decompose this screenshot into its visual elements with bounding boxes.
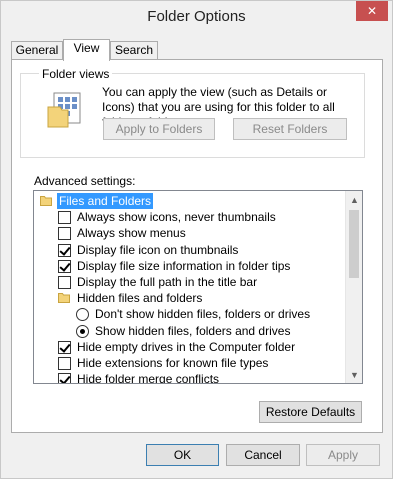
tree-item-label: Display file size information in folder … [77, 258, 291, 273]
tree-item[interactable]: Hide folder merge conflicts [34, 371, 344, 384]
restore-defaults-button[interactable]: Restore Defaults [259, 401, 362, 423]
tab-search[interactable]: Search [110, 41, 158, 60]
reset-folders-button[interactable]: Reset Folders [233, 118, 347, 140]
folder-views-label: Folder views [39, 67, 113, 81]
window-title: Folder Options [147, 8, 246, 25]
tree-item-label: Hide folder merge conflicts [77, 372, 220, 384]
tree-item[interactable]: Hidden files and folders [34, 290, 344, 306]
tree-item[interactable]: Hide extensions for known file types [34, 355, 344, 371]
tree-item-label: Don't show hidden files, folders or driv… [95, 307, 311, 322]
tree-scrollbar[interactable]: ▲ ▼ [345, 191, 362, 383]
tree-item[interactable]: Display file icon on thumbnails [34, 242, 344, 258]
radio-unselected[interactable] [76, 308, 89, 322]
tree-item[interactable]: Show hidden files, folders and drives [34, 323, 344, 339]
scroll-down-icon[interactable]: ▼ [346, 366, 362, 383]
checkbox-checked[interactable] [58, 340, 71, 354]
tree-item[interactable]: Display the full path in the title bar [34, 274, 344, 290]
apply-button[interactable]: Apply [306, 444, 380, 466]
radio-selected[interactable] [76, 324, 89, 338]
tree-item-label: Display file icon on thumbnails [77, 242, 239, 257]
scroll-thumb[interactable] [349, 210, 359, 278]
advanced-settings-tree[interactable]: Files and Folders Always show icons, neve… [33, 190, 363, 384]
close-icon: ✕ [366, 4, 378, 18]
close-button[interactable]: ✕ [356, 1, 388, 21]
tree-item-label: Show hidden files, folders and drives [95, 323, 291, 338]
tree-item-label: Files and Folders [57, 193, 154, 209]
tab-view[interactable]: View [63, 39, 110, 61]
checkbox-checked[interactable] [58, 259, 71, 273]
tree-item[interactable]: Hide empty drives in the Computer folder [34, 339, 344, 355]
apply-to-folders-button[interactable]: Apply to Folders [103, 118, 215, 140]
tree-item-label: Hide extensions for known file types [77, 356, 269, 370]
tree-item[interactable]: Files and Folders [34, 193, 344, 209]
scroll-up-icon[interactable]: ▲ [346, 191, 362, 208]
tree-item[interactable]: Don't show hidden files, folders or driv… [34, 306, 344, 322]
checkbox-checked[interactable] [58, 373, 71, 383]
checkbox-unchecked[interactable] [58, 227, 71, 241]
advanced-settings-label: Advanced settings: [34, 174, 136, 188]
checkbox-unchecked[interactable] [58, 276, 71, 289]
title-bar: Folder Options ✕ [1, 1, 392, 33]
tree-item[interactable]: Display file size information in folder … [34, 258, 344, 274]
tree-item-label: Hide empty drives in the Computer folder [77, 339, 296, 354]
tree-item-label: Always show icons, never thumbnails [77, 210, 276, 225]
folder-options-dialog: Folder Options ✕ General View Search Fol… [0, 0, 393, 479]
checkbox-unchecked[interactable] [58, 357, 71, 370]
tab-general[interactable]: General [11, 41, 63, 60]
tree-item[interactable]: Always show icons, never thumbnails [34, 209, 344, 225]
folder-icon [58, 293, 70, 304]
cancel-button[interactable]: Cancel [226, 444, 300, 466]
tree-item-label: Hidden files and folders [77, 291, 203, 306]
checkbox-checked[interactable] [58, 243, 71, 257]
ok-button[interactable]: OK [146, 444, 219, 466]
tree-item-label: Always show menus [77, 226, 186, 241]
folder-icon [40, 196, 52, 206]
tree-item[interactable]: Always show menus [34, 225, 344, 241]
tree-item-label: Display the full path in the title bar [77, 275, 258, 289]
checkbox-unchecked[interactable] [58, 211, 71, 225]
folder-views-icon [47, 92, 81, 128]
